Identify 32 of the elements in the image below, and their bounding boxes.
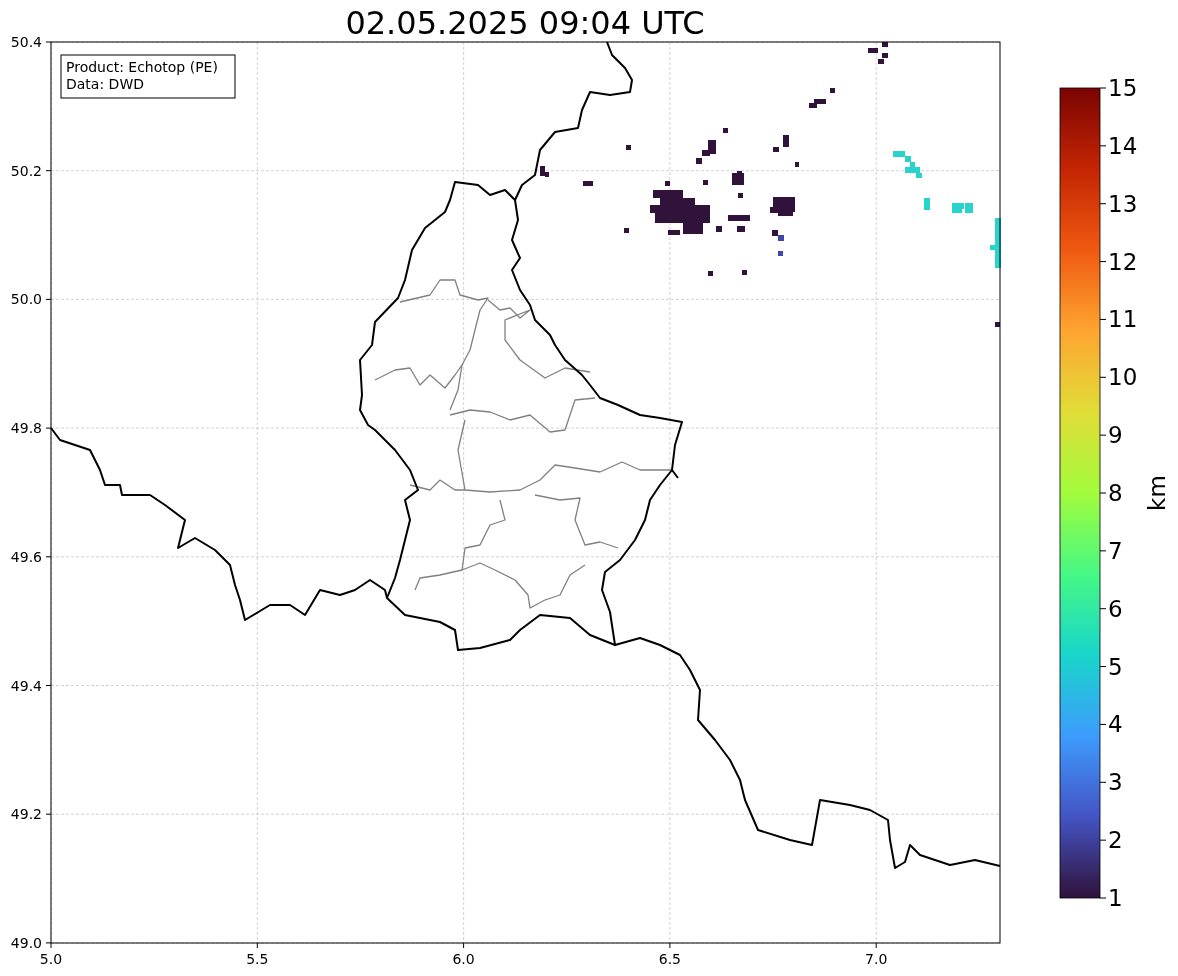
y-tick-label: 50.2 [10,162,42,179]
colorbar-tick-label: 4 [1108,711,1123,738]
colorbar-tick-label: 6 [1108,595,1123,622]
x-tick-label: 6.5 [658,951,682,967]
legend-text: Data: DWD [66,76,144,92]
colorbar-tick-label: 9 [1108,422,1123,449]
y-tick-label: 49.0 [10,934,42,951]
x-tick-label: 5.5 [246,951,269,967]
y-tick-label: 50.0 [10,291,42,308]
y-tick-label: 50.4 [10,34,42,50]
colorbar-tick-label: 3 [1108,769,1123,796]
colorbar-label: km [1144,475,1170,511]
colorbar-tick-label: 15 [1108,75,1138,101]
colorbar-tick-label: 13 [1108,190,1138,217]
colorbar-tick-label: 7 [1108,537,1123,564]
colorbar-tick-label: 11 [1108,306,1138,333]
colorbar-tick-label: 12 [1108,248,1138,275]
y-tick-label: 49.8 [10,420,42,437]
y-tick-label: 49.4 [10,677,42,694]
plot-title: 02.05.2025 09:04 UTC [345,4,705,42]
legend-text: Product: Echotop (PE) [66,59,218,75]
x-tick-label: 7.0 [865,951,888,967]
colorbar-tick-label: 14 [1108,132,1138,159]
colorbar-tick-label: 5 [1108,653,1123,680]
colorbar-tick-label: 1 [1108,885,1123,911]
colorbar-tick-label: 10 [1108,364,1138,391]
y-tick-label: 49.6 [10,548,42,565]
colorbar-tick-label: 8 [1108,480,1123,506]
colorbar-tick-label: 2 [1108,827,1123,854]
x-tick-label: 5.0 [39,951,63,967]
x-tick-label: 6.0 [452,951,475,967]
y-tick-label: 49.2 [10,806,42,823]
